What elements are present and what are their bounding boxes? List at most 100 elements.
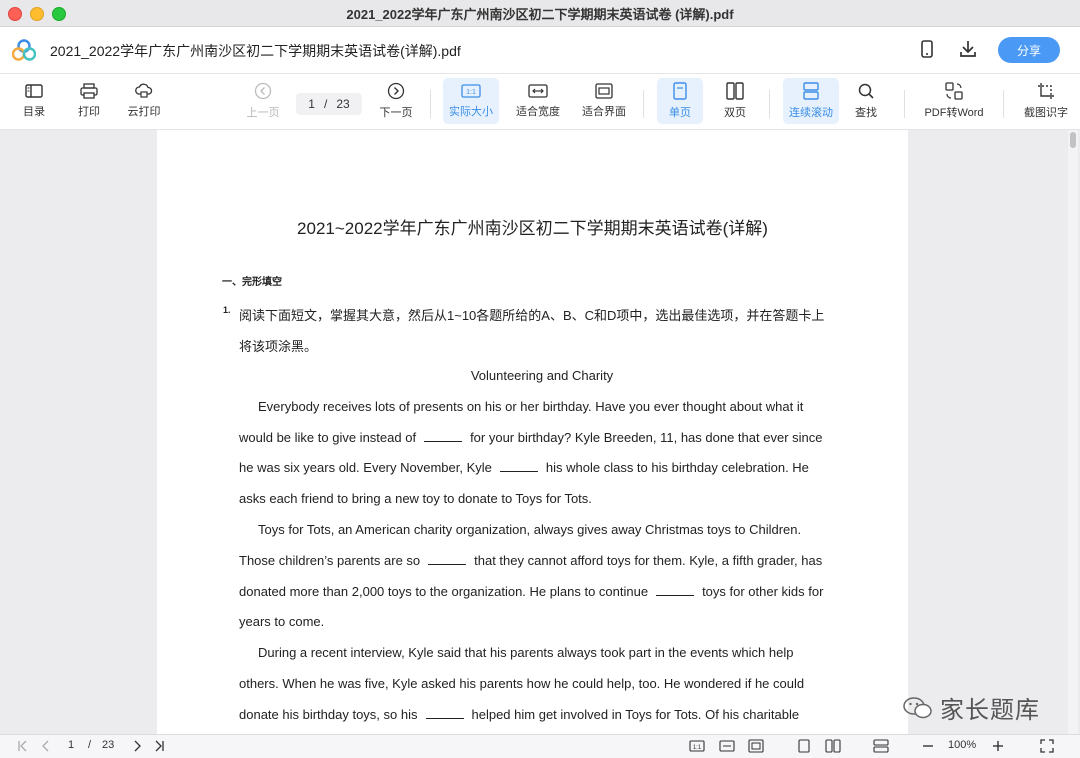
wechat-icon bbox=[903, 696, 932, 718]
instruction-line-2: 将该项涂黑。 bbox=[239, 339, 318, 354]
fit-width-icon[interactable] bbox=[719, 739, 735, 753]
single-page-icon[interactable] bbox=[797, 739, 811, 753]
status-bar: 1 / 23 1:1 100% bbox=[0, 734, 1080, 758]
passage-text: his whole class to his birthday celebrat… bbox=[545, 460, 809, 475]
cloud-print-icon bbox=[135, 83, 153, 98]
passage-title: Volunteering and Charity bbox=[470, 368, 614, 383]
window-controls bbox=[8, 7, 66, 21]
continuous-scroll-icon bbox=[803, 82, 819, 100]
single-page-button[interactable]: 单页 bbox=[657, 78, 703, 124]
cloud-print-button[interactable]: 云打印 bbox=[122, 78, 166, 124]
find-button[interactable]: 查找 bbox=[846, 78, 886, 124]
window-title: 2021_2022学年广东广州南沙区初二下学期期末英语试卷 (详解).pdf bbox=[346, 6, 734, 22]
zoom-level[interactable]: 100% bbox=[948, 739, 976, 751]
scrollbar-thumb[interactable] bbox=[1070, 132, 1076, 148]
passage-line: During a recent interview, Kyle said tha… bbox=[258, 645, 794, 660]
watermark: 家长题库 bbox=[902, 690, 1040, 725]
convert-icon bbox=[945, 82, 963, 100]
actual-size-icon: 1:1 bbox=[461, 84, 481, 98]
pdf-page: 2021~2022学年广东广州南沙区初二下学期期末英语试卷(详解) 一、完形填空… bbox=[157, 130, 908, 734]
passage-text: he was six years old. Every November, Ky… bbox=[239, 460, 492, 475]
status-page-total: 23 bbox=[102, 739, 115, 751]
status-page-separator: / bbox=[88, 739, 92, 751]
share-button[interactable]: 分享 bbox=[998, 37, 1060, 63]
passage-text: donate his birthday toys, so his bbox=[239, 707, 418, 722]
ocr-label: 截图识字 bbox=[1024, 107, 1068, 119]
ocr-button[interactable]: 截图识字 bbox=[1018, 78, 1074, 124]
continuous-scroll-label: 连续滚动 bbox=[789, 107, 833, 119]
print-label: 打印 bbox=[78, 106, 100, 118]
viewer-toolbar: 目录 打印 云打印 上一页 1 / 23 下一页 1:1 实际大小 适合宽度 适… bbox=[0, 74, 1080, 130]
app-logo-icon bbox=[12, 39, 36, 61]
instruction-line-1: 阅读下面短文，掌握其大意，然后从1~10各题所给的A、B、C和D项中，选出最佳选… bbox=[239, 308, 825, 323]
continuous-scroll-icon[interactable] bbox=[873, 739, 889, 753]
watermark-text: 家长题库 bbox=[940, 697, 1040, 724]
fit-width-button[interactable]: 适合宽度 bbox=[510, 78, 566, 124]
svg-text:1:1: 1:1 bbox=[466, 89, 476, 96]
passage-line: Those children’s parents are so that they… bbox=[239, 553, 822, 568]
toolbar-divider bbox=[769, 90, 770, 118]
fit-window-icon bbox=[595, 83, 613, 99]
vertical-scrollbar[interactable] bbox=[1068, 130, 1078, 734]
close-window-button[interactable] bbox=[8, 7, 22, 21]
blank-1 bbox=[424, 431, 463, 442]
page-total: 23 bbox=[336, 97, 350, 111]
actual-size-icon[interactable]: 1:1 bbox=[689, 739, 705, 753]
pdf-to-word-button[interactable]: PDF转Word bbox=[918, 78, 990, 124]
crop-icon bbox=[1038, 83, 1054, 99]
double-page-icon bbox=[726, 82, 744, 100]
question-number: 1. bbox=[223, 305, 231, 315]
passage-text: toys for other kids for bbox=[702, 584, 824, 599]
toolbar-divider bbox=[904, 90, 905, 118]
toc-label: 目录 bbox=[23, 106, 45, 118]
next-page-label: 下一页 bbox=[379, 107, 413, 119]
app-header: 2021_2022学年广东广州南沙区初二下学期期末英语试卷(详解).pdf 分享 bbox=[0, 27, 1080, 74]
blank-3 bbox=[428, 554, 467, 565]
status-page-current[interactable]: 1 bbox=[68, 739, 74, 751]
passage-line: Toys for Tots, an American charity organ… bbox=[258, 522, 802, 537]
toolbar-divider bbox=[1003, 90, 1004, 118]
passage-text: Those children’s parents are so bbox=[239, 553, 421, 568]
last-page-icon[interactable] bbox=[152, 739, 166, 753]
passage-text: would be like to give instead of bbox=[239, 430, 417, 445]
section-heading: 一、完形填空 bbox=[222, 277, 282, 288]
page-number-field[interactable]: 1 / 23 bbox=[296, 93, 362, 115]
document-title: 2021_2022学年广东广州南沙区初二下学期期末英语试卷(详解).pdf bbox=[50, 43, 461, 59]
continuous-scroll-button[interactable]: 连续滚动 bbox=[783, 78, 839, 124]
first-page-icon[interactable] bbox=[16, 739, 30, 753]
prev-page-button[interactable]: 上一页 bbox=[243, 78, 283, 124]
double-page-button[interactable]: 双页 bbox=[713, 78, 757, 124]
zoom-window-button[interactable] bbox=[52, 7, 66, 21]
prev-page-label: 上一页 bbox=[246, 107, 280, 119]
prev-page-icon[interactable] bbox=[40, 739, 52, 753]
print-button[interactable]: 打印 bbox=[69, 78, 109, 124]
passage-line: donated more than 2,000 toys to the orga… bbox=[239, 584, 823, 599]
passage-line: asks each friend to bring a new toy to d… bbox=[239, 491, 592, 506]
find-label: 查找 bbox=[855, 107, 877, 119]
toc-icon bbox=[25, 84, 43, 98]
cloud-print-label: 云打印 bbox=[127, 106, 161, 118]
toc-button[interactable]: 目录 bbox=[14, 78, 54, 124]
next-page-icon[interactable] bbox=[131, 739, 143, 753]
toolbar-divider bbox=[430, 90, 431, 118]
document-viewer[interactable]: 2021~2022学年广东广州南沙区初二下学期期末英语试卷(详解) 一、完形填空… bbox=[0, 130, 1080, 734]
chevron-left-circle-icon bbox=[254, 82, 272, 100]
fit-window-icon[interactable] bbox=[748, 739, 764, 753]
zoom-in-icon[interactable] bbox=[992, 739, 1004, 753]
phone-icon[interactable] bbox=[918, 39, 936, 59]
chevron-right-circle-icon bbox=[387, 82, 405, 100]
download-icon[interactable] bbox=[958, 39, 978, 59]
fit-width-label: 适合宽度 bbox=[516, 106, 560, 118]
double-page-icon[interactable] bbox=[825, 739, 841, 753]
fit-window-button[interactable]: 适合界面 bbox=[576, 78, 632, 124]
passage-text: for your birthday? Kyle Breeden, 11, has… bbox=[470, 430, 823, 445]
minimize-window-button[interactable] bbox=[30, 7, 44, 21]
double-page-label: 双页 bbox=[724, 107, 746, 119]
next-page-button[interactable]: 下一页 bbox=[375, 78, 417, 124]
zoom-out-icon[interactable] bbox=[922, 739, 934, 753]
passage-line: Everybody receives lots of presents on h… bbox=[258, 399, 804, 414]
fit-window-label: 适合界面 bbox=[582, 106, 626, 118]
actual-size-button[interactable]: 1:1 实际大小 bbox=[443, 78, 499, 124]
fullscreen-icon[interactable] bbox=[1040, 739, 1054, 753]
page-separator: / bbox=[323, 97, 328, 111]
